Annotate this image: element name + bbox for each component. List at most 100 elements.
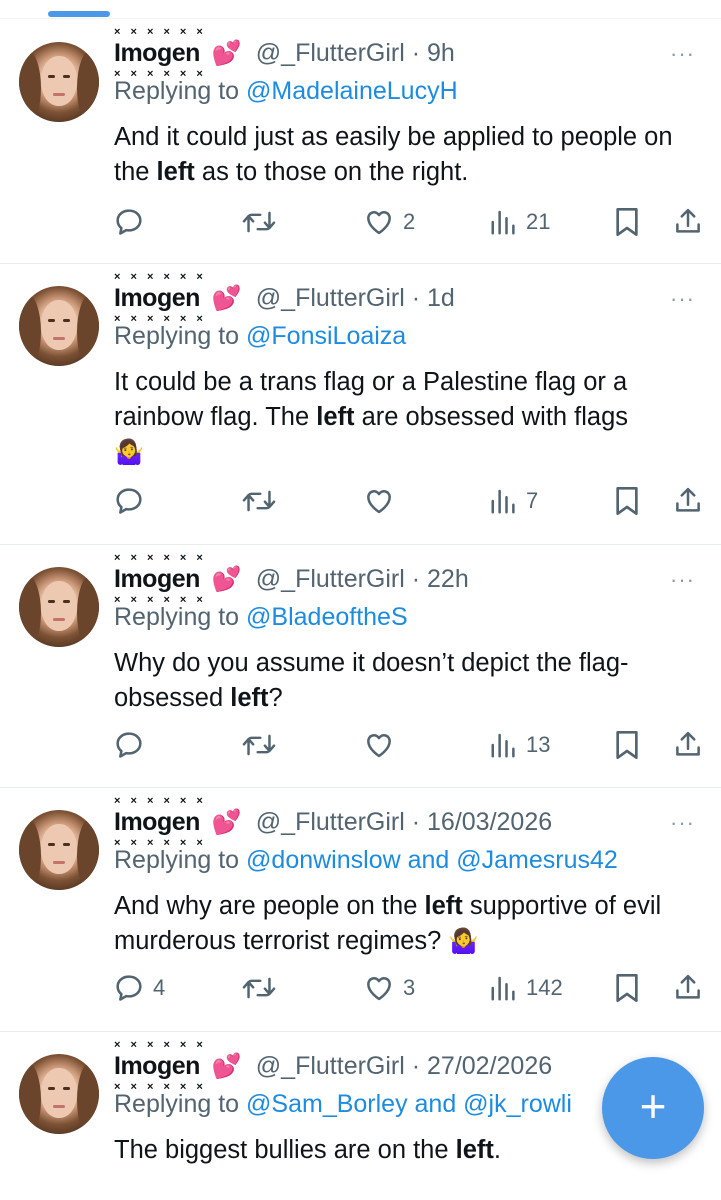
mention-link[interactable]: @BladeoftheS [246,603,408,631]
tweet-card[interactable]: × × × × × × Imogen × × × × × × 💕 @_Flutt… [0,788,721,1032]
shrug-emoji: 🤷‍♀️ [448,928,479,955]
views-button[interactable]: 142 [490,970,563,1006]
tweet-text-highlight: left [455,1136,494,1164]
reply-icon [113,206,145,238]
display-name[interactable]: × × × × × × Imogen × × × × × × [114,26,203,80]
retweet-icon [242,206,276,238]
heart-icon [363,729,395,761]
share-button[interactable] [673,970,703,1006]
like-count: 3 [403,975,416,1000]
replying-to: Replying to @donwinslow and @Jamesrus42 [114,846,618,875]
share-icon [673,206,703,238]
retweet-icon [242,972,276,1004]
reply-button[interactable] [113,727,153,763]
mention-link[interactable]: @MadelaineLucyH [246,77,458,105]
reply-button[interactable] [113,483,153,519]
share-icon [673,729,703,761]
like-button[interactable] [363,727,403,763]
view-count: 21 [526,209,551,234]
views-button[interactable]: 21 [490,204,550,240]
views-icon [490,973,518,1003]
avatar[interactable] [19,567,99,647]
avatar[interactable] [19,42,99,122]
share-button[interactable] [673,727,703,763]
handle-and-time[interactable]: @_FlutterGirl · 9h [256,39,455,68]
handle-and-time[interactable]: @_FlutterGirl · 27/02/2026 [256,1052,552,1081]
tweet-header: × × × × × × Imogen × × × × × × 💕 @_Flutt… [114,552,469,606]
display-name-text: Imogen [114,283,200,312]
more-options-icon[interactable]: ··· [670,286,695,312]
like-count: 2 [403,209,416,234]
bookmark-button[interactable] [612,970,642,1006]
bookmark-button[interactable] [612,204,642,240]
like-button[interactable] [363,483,403,519]
heart-emoji: 💕 [211,39,242,67]
more-options-icon[interactable]: ··· [670,567,695,593]
handle-and-time[interactable]: @_FlutterGirl · 22h [256,565,469,594]
display-name-text: Imogen [114,38,200,67]
shrug-emoji: 🤷‍♀️ [114,439,144,466]
mention-link[interactable]: @FonsiLoaiza [246,322,406,350]
reply-icon [113,729,145,761]
views-button[interactable]: 13 [490,727,550,763]
tweet-text-part: as to those on the right. [194,158,469,186]
tweet-text-part: are obsessed with flags [354,403,629,431]
share-button[interactable] [673,204,703,240]
reply-icon [113,972,145,1004]
reply-button[interactable] [113,204,153,240]
display-name[interactable]: × × × × × × Imogen × × × × × × [114,795,203,849]
tweet-card[interactable]: × × × × × × Imogen × × × × × × 💕 @_Flutt… [0,264,721,545]
replying-to: Replying to @MadelaineLucyH [114,77,458,106]
tweet-text-highlight: left [424,892,463,920]
avatar[interactable] [19,810,99,890]
share-button[interactable] [673,483,703,519]
mention-link[interactable]: @Sam_Borley and @jk_rowli [246,1090,572,1118]
views-button[interactable]: 7 [490,483,538,519]
action-bar: 7 [0,483,721,519]
display-name[interactable]: × × × × × × Imogen × × × × × × [114,1039,203,1093]
share-icon [673,485,703,517]
retweet-button[interactable] [242,727,284,763]
tweet-text-highlight: left [156,158,195,186]
tweet-card[interactable]: × × × × × × Imogen × × × × × × 💕 @_Flutt… [0,545,721,788]
bookmark-button[interactable] [612,483,642,519]
more-options-icon[interactable]: ··· [670,810,695,836]
replies-timeline: { "tweets": [ { "display_name": "Imogen"… [0,0,721,1200]
compose-button[interactable]: + [602,1057,704,1159]
heart-emoji: 💕 [211,284,242,312]
like-button[interactable]: 2 [363,204,415,240]
retweet-button[interactable] [242,483,284,519]
avatar[interactable] [19,1054,99,1134]
retweet-button[interactable] [242,970,284,1006]
bookmark-icon [612,972,642,1004]
handle-and-time[interactable]: @_FlutterGirl · 1d [256,284,455,313]
bookmark-icon [612,729,642,761]
tweet-text-part: The biggest bullies are on the [114,1136,456,1164]
name-decoration-top: × × × × × × [114,551,207,564]
views-icon [490,207,518,237]
avatar[interactable] [19,286,99,366]
mention-link[interactable]: @donwinslow and @Jamesrus42 [246,846,618,874]
display-name-text: Imogen [114,807,200,836]
tab-indicator [48,11,110,17]
replying-prefix: Replying to [114,1090,247,1118]
display-name[interactable]: × × × × × × Imogen × × × × × × [114,271,203,325]
retweet-icon [242,485,276,517]
tweet-text-highlight: left [316,403,355,431]
more-options-icon[interactable]: ··· [670,41,695,67]
replying-to: Replying to @Sam_Borley and @jk_rowli [114,1090,572,1119]
replying-to: Replying to @BladeoftheS [114,603,408,632]
replying-prefix: Replying to [114,322,247,350]
replying-to: Replying to @FonsiLoaiza [114,322,406,351]
tweet-card[interactable]: × × × × × × Imogen × × × × × × 💕 @_Flutt… [0,19,721,264]
display-name[interactable]: × × × × × × Imogen × × × × × × [114,552,203,606]
tweet-text: The biggest bullies are on the left. [114,1133,694,1168]
reply-button[interactable]: 4 [113,970,165,1006]
retweet-button[interactable] [242,204,284,240]
name-decoration-top: × × × × × × [114,270,207,283]
tweet-text-part: Why do you assume it doesn’t depict the … [114,649,629,712]
bookmark-button[interactable] [612,727,642,763]
handle-and-time[interactable]: @_FlutterGirl · 16/03/2026 [256,808,552,837]
tweet-header: × × × × × × Imogen × × × × × × 💕 @_Flutt… [114,795,552,849]
like-button[interactable]: 3 [363,970,415,1006]
